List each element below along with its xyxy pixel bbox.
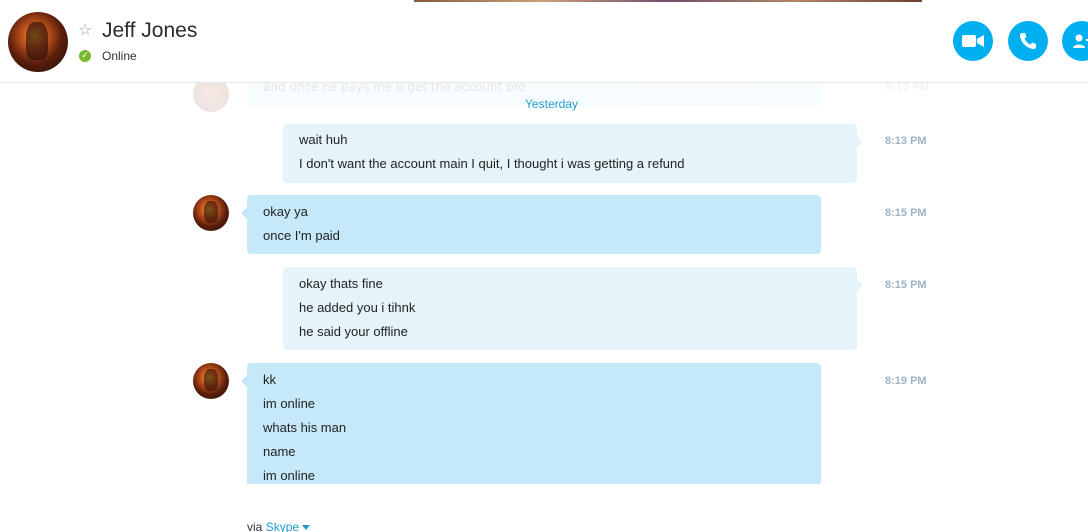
via-prefix: via	[247, 520, 263, 532]
message-line: okay thats fine	[299, 276, 383, 291]
message-line: whats his man	[263, 420, 347, 435]
date-separator: Yesterday	[525, 97, 578, 111]
video-call-button[interactable]	[953, 21, 993, 61]
contact-name[interactable]: Jeff Jones	[102, 19, 197, 43]
chevron-down-icon[interactable]	[302, 525, 311, 531]
message-line: im online	[263, 396, 316, 411]
online-check-icon: ✓	[79, 50, 91, 62]
message-text: and once he pays me u get the account br…	[263, 82, 526, 94]
list-bottom-mask	[0, 484, 1088, 532]
avatar[interactable]	[193, 195, 229, 231]
video-camera-icon	[962, 35, 984, 47]
message-bubble-incoming[interactable]: kk im online whats his man name im onlin…	[241, 363, 821, 503]
star-icon[interactable]: ☆	[78, 22, 94, 38]
audio-call-button[interactable]	[1008, 21, 1048, 61]
message-time: 8:15 PM	[885, 207, 927, 219]
message-line: kk	[263, 372, 276, 387]
add-people-button[interactable]	[1062, 21, 1088, 61]
contact-status: Online	[102, 49, 137, 63]
message-line: once I'm paid	[263, 228, 340, 243]
avatar[interactable]	[193, 363, 229, 399]
message-bubble-incoming[interactable]: okay ya once I'm paid	[241, 195, 821, 254]
conversation-header: ☆ Jeff Jones ✓ Online	[0, 0, 1088, 83]
message-line: he said your offline	[299, 324, 408, 339]
message-line: he added you i tihnk	[299, 300, 416, 315]
message-line: I don't want the account main I quit, I …	[299, 156, 685, 171]
via-footer: via Skype	[247, 520, 311, 532]
message-time: 8:13 PM	[885, 135, 927, 147]
add-person-icon	[1073, 34, 1088, 48]
message-time: 8:19 PM	[885, 375, 927, 387]
header-image-strip	[414, 0, 922, 2]
message-line: name	[263, 444, 296, 459]
contact-avatar[interactable]	[8, 12, 68, 72]
message-line: okay ya	[263, 204, 308, 219]
phone-icon	[1020, 33, 1036, 49]
via-skype-link[interactable]: Skype	[266, 520, 299, 532]
message-time: 8:12 PM	[885, 82, 930, 94]
message-bubble-outgoing[interactable]: okay thats fine he added you i tihnk he …	[283, 267, 863, 350]
message-bubble-outgoing[interactable]: wait huh I don't want the account main I…	[283, 124, 863, 183]
message-line: im online	[263, 468, 316, 483]
message-line: wait huh	[299, 132, 348, 147]
message-time: 8:15 PM	[885, 279, 927, 291]
message-list[interactable]: and once he pays me u get the account br…	[0, 82, 1088, 532]
